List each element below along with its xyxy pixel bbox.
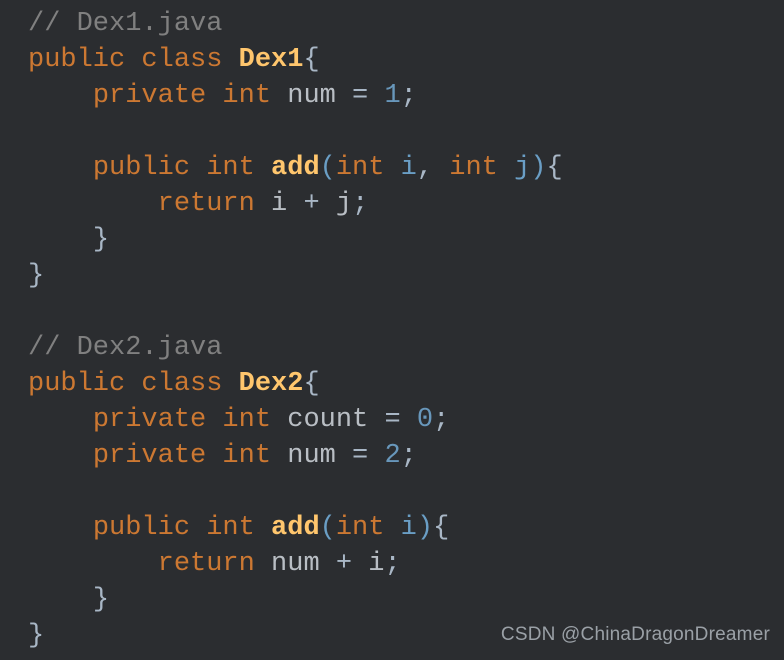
code-token: i	[271, 189, 288, 219]
code-line: public class Dex2{	[0, 366, 784, 402]
code-snippet-screenshot: // Dex1.java public class Dex1{ private i…	[0, 0, 784, 660]
code-token: Dex1	[238, 45, 304, 75]
code-token: int	[449, 153, 515, 183]
code-line: return num + i;	[0, 546, 784, 582]
code-token: i	[368, 549, 385, 579]
code-token: (	[319, 153, 336, 183]
code-token: +	[287, 189, 336, 219]
code-token: return	[157, 189, 272, 219]
code-token: public int	[92, 513, 272, 543]
code-token: 1	[384, 81, 401, 111]
code-token: add	[271, 153, 320, 183]
code-line: }	[0, 222, 784, 258]
code-token: {	[433, 513, 450, 543]
code-line: private int num = 1;	[0, 78, 784, 114]
code-token: j	[514, 153, 531, 183]
code-token: =	[368, 405, 417, 435]
code-token: ;	[400, 441, 417, 471]
code-token: return	[157, 549, 272, 579]
code-token: num	[287, 441, 336, 471]
code-token: =	[335, 441, 385, 471]
code-token: public int	[92, 153, 272, 183]
code-token: 2	[384, 441, 401, 471]
code-token: // Dex1.java	[28, 9, 223, 39]
code-token: ;	[384, 549, 401, 579]
code-line: public int add(int i, int j){	[0, 150, 784, 186]
code-line: // Dex2.java	[0, 330, 784, 366]
code-token: ,	[416, 153, 450, 183]
code-token: +	[319, 549, 369, 579]
code-line: private int count = 0;	[0, 402, 784, 438]
code-token: i	[400, 513, 417, 543]
code-token: private int	[92, 81, 288, 111]
code-line: public class Dex1{	[0, 42, 784, 78]
code-token: }	[92, 225, 110, 255]
code-token: int	[335, 513, 401, 543]
code-token: i	[400, 153, 417, 183]
code-token: }	[28, 261, 45, 291]
code-token: Dex2	[238, 369, 304, 399]
code-token: )	[416, 513, 434, 543]
csdn-watermark: CSDN @ChinaDragonDreamer	[500, 624, 770, 645]
code-token: 0	[416, 405, 434, 435]
code-token: // Dex2.java	[28, 333, 223, 363]
code-line: }	[0, 258, 784, 294]
code-line: public int add(int i){	[0, 510, 784, 546]
code-token: int	[335, 153, 401, 183]
code-token: ;	[400, 81, 417, 111]
code-token: ;	[352, 189, 369, 219]
code-line: return i + j;	[0, 186, 784, 222]
code-line: private int num = 2;	[0, 438, 784, 474]
code-token: =	[335, 81, 385, 111]
code-line: }	[0, 582, 784, 618]
code-token: private int	[92, 405, 288, 435]
code-token: {	[303, 369, 320, 399]
code-line: // Dex1.java	[0, 6, 784, 42]
code-token: ;	[433, 405, 450, 435]
code-token: )	[530, 153, 547, 183]
code-token: num	[287, 81, 336, 111]
code-token: {	[546, 153, 563, 183]
code-token: j	[335, 189, 353, 219]
code-token: }	[28, 621, 45, 651]
code-token: public class	[28, 45, 239, 75]
code-token: add	[271, 513, 320, 543]
code-token: public class	[28, 369, 239, 399]
code-token: num	[271, 549, 320, 579]
code-token: }	[92, 585, 110, 615]
code-token: {	[303, 45, 320, 75]
code-token: private int	[92, 441, 288, 471]
code-token: (	[319, 513, 336, 543]
code-editor-content[interactable]: // Dex1.java public class Dex1{ private i…	[0, 0, 784, 654]
code-token: count	[287, 405, 369, 435]
